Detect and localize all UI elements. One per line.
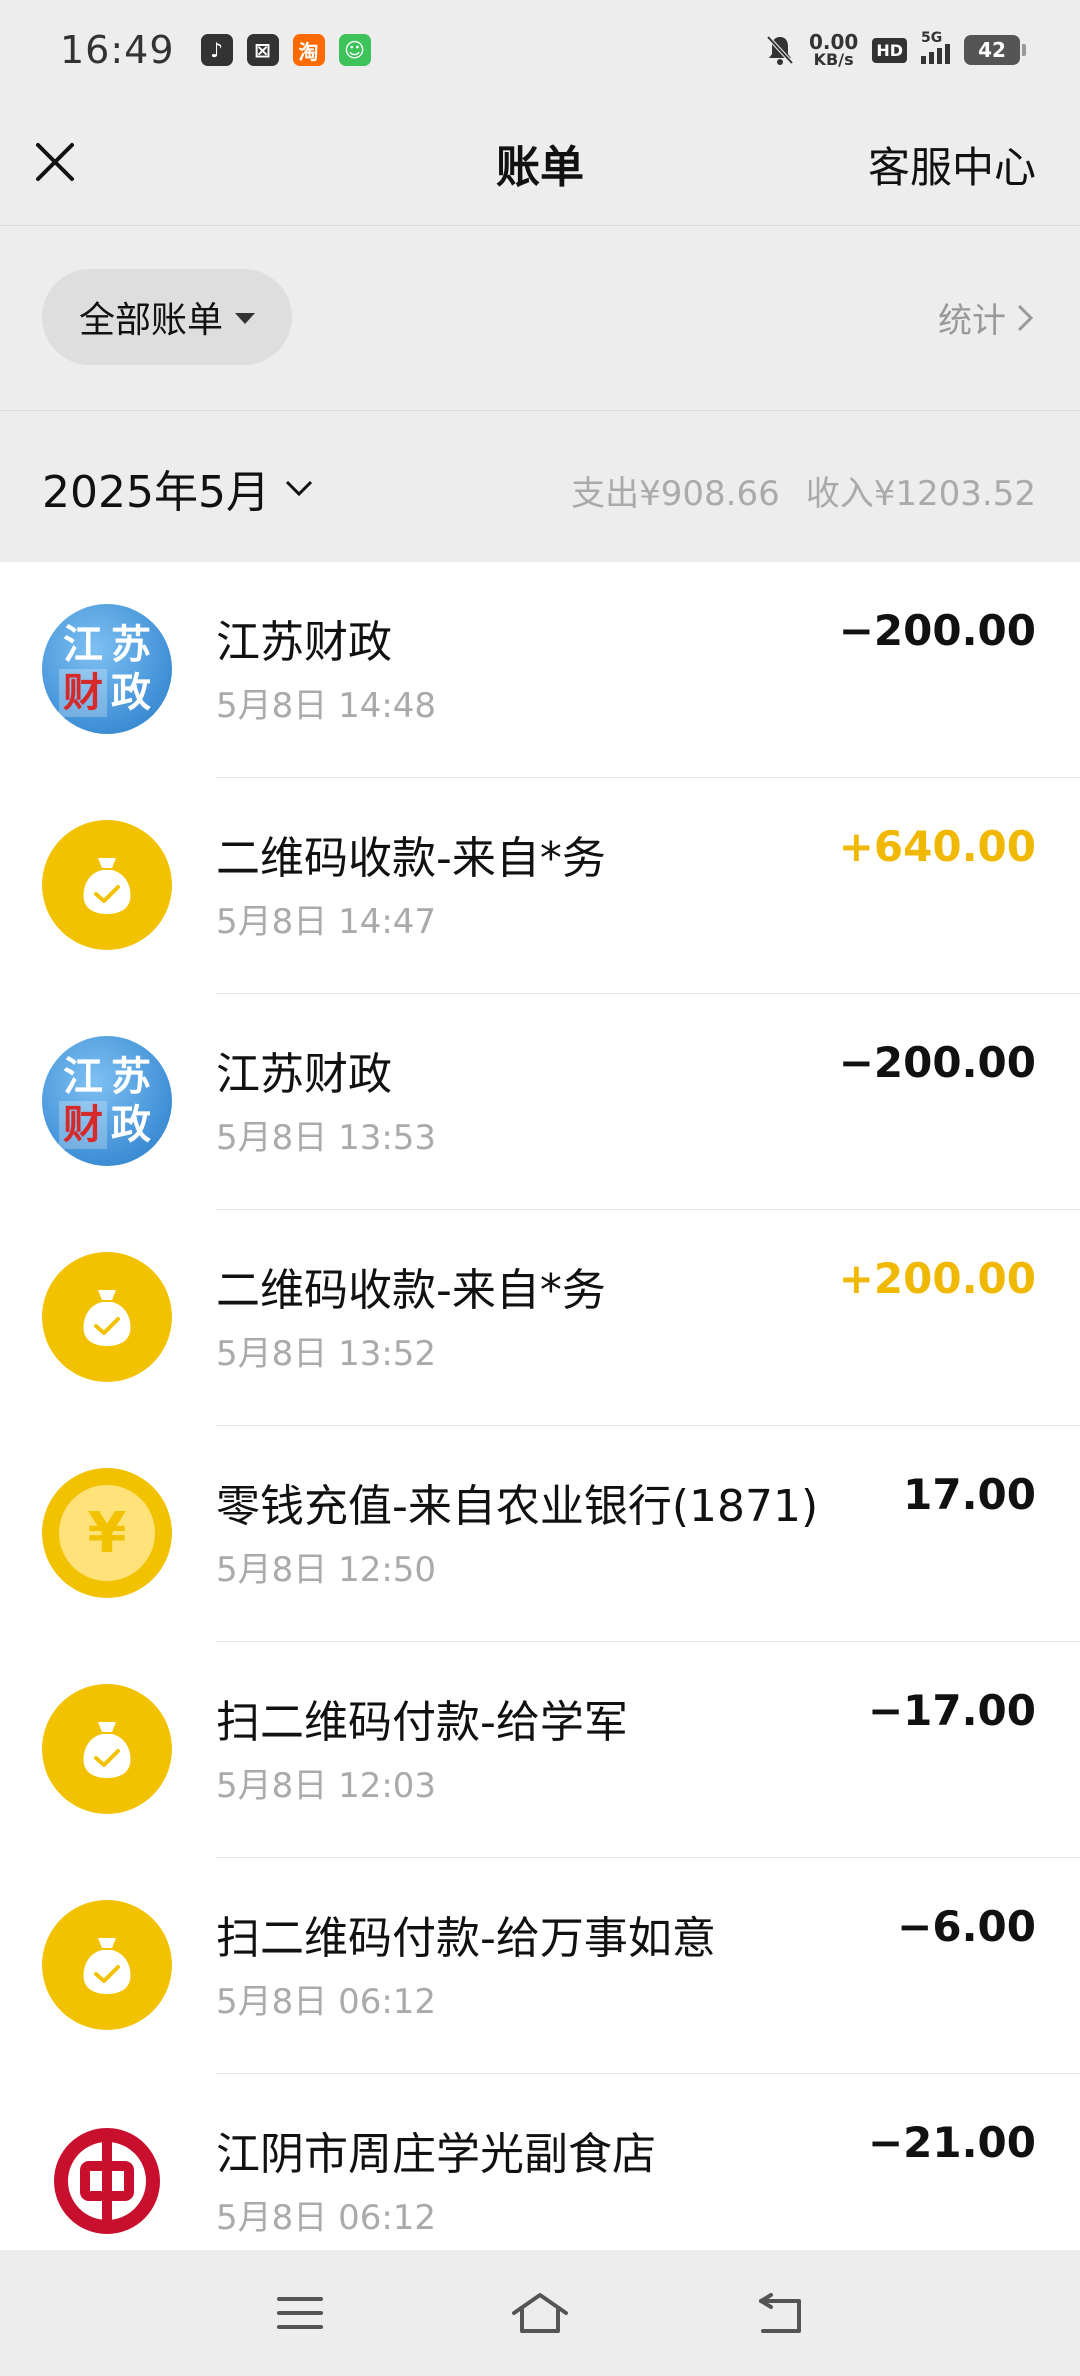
signal-icon: 5G xyxy=(921,30,950,64)
money-bag-avatar xyxy=(42,1252,172,1382)
nav-bar: 账单 客服中心 xyxy=(0,100,1080,226)
money-bag-avatar xyxy=(42,820,172,950)
yuan-coin-icon: ¥ xyxy=(59,1485,155,1581)
app-icon: ⊠ xyxy=(246,34,279,66)
bill-title: 零钱充值-来自农业银行(1871) xyxy=(216,1481,819,1532)
battery-icon: 42 xyxy=(964,35,1026,65)
bill-time: 5月8日 06:12 xyxy=(216,1982,437,2022)
stats-link[interactable]: 统计 xyxy=(938,293,1034,342)
douyin-icon: ♪ xyxy=(200,34,233,66)
bill-item[interactable]: 江苏财政江苏财政 5月8日 14:48 −200.00 xyxy=(0,562,1080,778)
bill-title: 二维码收款-来自*务 xyxy=(216,833,606,884)
bill-time: 5月8日 12:50 xyxy=(216,1550,437,1590)
money-bag-icon xyxy=(83,1290,131,1346)
close-button[interactable] xyxy=(30,130,80,194)
jiangsu-finance-avatar: 江苏财政 xyxy=(42,1036,172,1166)
avatar-char: 苏 xyxy=(111,621,151,668)
bill-title: 江阴市周庄学光副食店 xyxy=(216,2129,656,2180)
notification-icons: ♪ ⊠ 淘 ☺ xyxy=(200,34,371,66)
bill-title: 扫二维码付款-给学军 xyxy=(216,1697,628,1748)
month-selector[interactable]: 2025年5月 xyxy=(42,456,314,520)
bank-avatar xyxy=(42,2116,172,2246)
back-icon xyxy=(759,2293,801,2333)
all-bills-filter[interactable]: 全部账单 xyxy=(42,269,292,365)
taobao-icon: 淘 xyxy=(292,34,325,66)
bill-time: 5月8日 13:53 xyxy=(216,1118,437,1158)
caret-down-icon xyxy=(235,312,255,324)
avatar-char: 财 xyxy=(59,1101,107,1149)
money-bag-avatar xyxy=(42,1900,172,2030)
page-title: 账单 xyxy=(496,141,584,193)
month-income: 收入¥1203.52 xyxy=(805,474,1036,514)
bill-amount: −6.00 xyxy=(897,1902,1036,1951)
bill-time: 5月8日 14:47 xyxy=(216,902,437,942)
bill-page: 16:49 ♪ ⊠ 淘 ☺ 0.00 KB/s HD 5G 42 账单 客服中心… xyxy=(0,0,1080,2376)
avatar-char: 政 xyxy=(111,1101,151,1148)
bill-title: 江苏财政 xyxy=(216,1049,392,1100)
month-summary: 支出¥908.66 收入¥1203.52 xyxy=(571,466,1036,515)
money-bag-icon xyxy=(83,1938,131,1994)
money-bag-icon xyxy=(83,1722,131,1778)
customer-service-link[interactable]: 客服中心 xyxy=(868,134,1036,195)
chevron-down-icon xyxy=(285,480,313,497)
filter-label: 全部账单 xyxy=(78,300,223,341)
bill-title: 江苏财政 xyxy=(216,617,392,668)
avatar-char: 苏 xyxy=(111,1053,151,1100)
status-right: 0.00 KB/s HD 5G 42 xyxy=(765,30,1026,69)
avatar-char: 江 xyxy=(63,1053,103,1100)
avatar-char: 政 xyxy=(111,669,151,716)
chevron-right-icon xyxy=(1017,304,1034,331)
back-button[interactable] xyxy=(740,2273,820,2353)
bill-title: 扫二维码付款-给万事如意 xyxy=(216,1913,716,1964)
stats-label: 统计 xyxy=(938,301,1006,341)
bill-amount: −200.00 xyxy=(838,606,1036,655)
home-icon xyxy=(512,2293,568,2333)
close-icon xyxy=(36,143,74,181)
bill-amount: −200.00 xyxy=(838,1038,1036,1087)
bill-item[interactable]: 江苏财政江苏财政 5月8日 13:53 −200.00 xyxy=(0,994,1080,1210)
home-button[interactable] xyxy=(500,2273,580,2353)
bill-title: 二维码收款-来自*务 xyxy=(216,1265,606,1316)
money-bag-icon xyxy=(83,858,131,914)
month-label: 2025年5月 xyxy=(42,467,270,518)
bill-item[interactable]: 江阴市周庄学光副食店 5月8日 06:12 −21.00 xyxy=(0,2074,1080,2250)
bill-amount: +640.00 xyxy=(838,822,1036,871)
bill-amount: +200.00 xyxy=(838,1254,1036,1303)
bill-time: 5月8日 06:12 xyxy=(216,2198,437,2238)
bill-amount: −17.00 xyxy=(867,1686,1036,1735)
network-speed: 0.00 KB/s xyxy=(808,30,859,69)
menu-button[interactable] xyxy=(260,2273,340,2353)
bill-item[interactable]: 二维码收款-来自*务 5月8日 14:47 +640.00 xyxy=(0,778,1080,994)
bill-item[interactable]: 扫二维码付款-给学军 5月8日 12:03 −17.00 xyxy=(0,1642,1080,1858)
bank-of-china-icon xyxy=(54,2128,160,2234)
month-row: 2025年5月 支出¥908.66 收入¥1203.52 xyxy=(0,412,1080,562)
menu-icon xyxy=(277,2297,323,2329)
money-bag-avatar xyxy=(42,1684,172,1814)
system-nav-bar xyxy=(0,2250,1080,2376)
bill-item[interactable]: ¥ 零钱充值-来自农业银行(1871) 5月8日 12:50 17.00 xyxy=(0,1426,1080,1642)
avatar-char: 江 xyxy=(63,621,103,668)
message-icon: ☺ xyxy=(338,34,371,66)
status-bar: 16:49 ♪ ⊠ 淘 ☺ 0.00 KB/s HD 5G 42 xyxy=(0,0,1080,100)
bill-time: 5月8日 12:03 xyxy=(216,1766,437,1806)
bill-amount: −21.00 xyxy=(867,2118,1036,2167)
jiangsu-finance-avatar: 江苏财政 xyxy=(42,604,172,734)
coin-avatar: ¥ xyxy=(42,1468,172,1598)
bill-time: 5月8日 14:48 xyxy=(216,686,437,726)
avatar-char: 财 xyxy=(59,669,107,717)
hd-badge: HD xyxy=(872,37,907,63)
bill-item[interactable]: 扫二维码付款-给万事如意 5月8日 06:12 −6.00 xyxy=(0,1858,1080,2074)
bill-amount: 17.00 xyxy=(903,1470,1036,1519)
status-time: 16:49 xyxy=(60,28,175,72)
filter-row: 全部账单 统计 xyxy=(0,227,1080,411)
bill-list: 江苏财政江苏财政 5月8日 14:48 −200.00 二维码收款-来自*务 5月8日 … xyxy=(0,562,1080,2250)
bill-time: 5月8日 13:52 xyxy=(216,1334,437,1374)
mute-bell-icon xyxy=(766,35,794,65)
bill-item[interactable]: 二维码收款-来自*务 5月8日 13:52 +200.00 xyxy=(0,1210,1080,1426)
month-expense: 支出¥908.66 xyxy=(571,474,780,514)
